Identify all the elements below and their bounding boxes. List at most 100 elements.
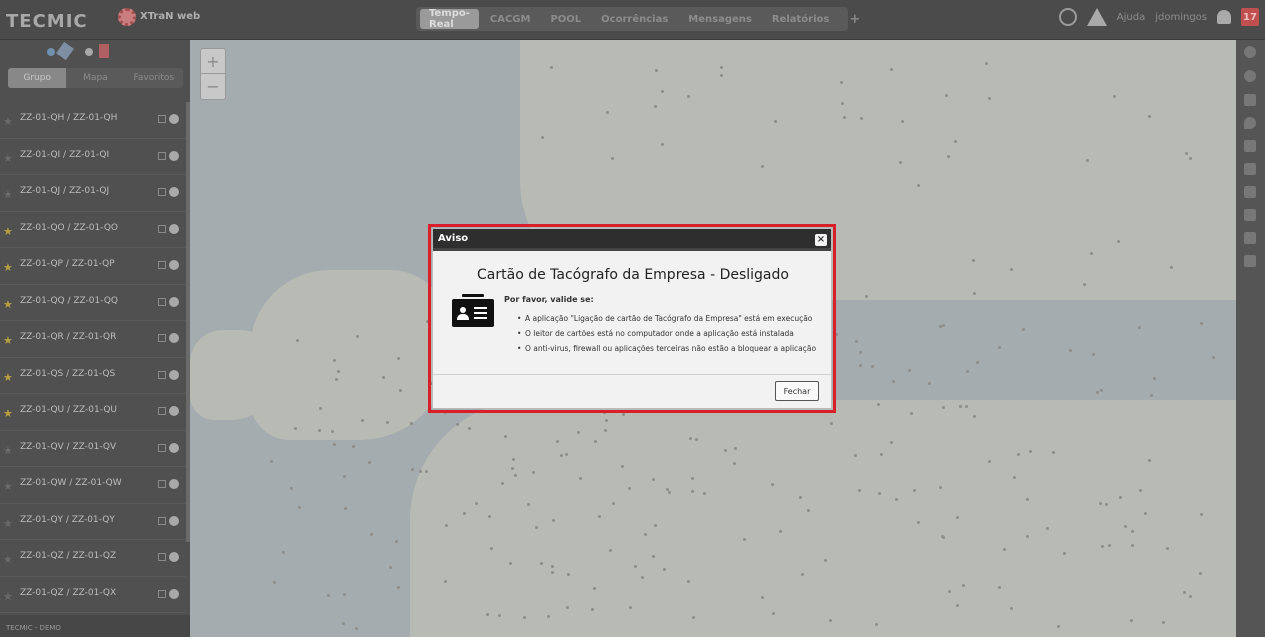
vehicle-row[interactable]: ★ ZZ-01-QY / ZZ-01-QY bbox=[0, 504, 186, 540]
status-circle-icon bbox=[169, 442, 179, 453]
map-town-marker bbox=[343, 475, 346, 478]
gear-icon[interactable] bbox=[1244, 70, 1256, 82]
checkbox[interactable] bbox=[158, 553, 166, 561]
checkbox[interactable] bbox=[158, 261, 166, 269]
vehicle-row[interactable]: ★ ZZ-01-QR / ZZ-01-QR bbox=[0, 321, 186, 358]
tab-relatorios[interactable]: Relatórios bbox=[763, 9, 839, 29]
tab-cacgm[interactable]: CACGM bbox=[481, 9, 540, 29]
user-icon[interactable] bbox=[1217, 10, 1231, 24]
favorite-star-icon[interactable]: ★ bbox=[3, 334, 13, 347]
vehicle-row[interactable]: ★ ZZ-01-QV / ZZ-01-QV bbox=[0, 431, 186, 467]
map-town-marker bbox=[942, 324, 945, 327]
map-town-marker bbox=[956, 604, 959, 607]
zoom-in-button[interactable]: + bbox=[201, 49, 225, 74]
vehicle-row[interactable]: ★ ZZ-01-QJ / ZZ-01-QJ bbox=[0, 175, 186, 212]
favorite-star-icon[interactable]: ★ bbox=[3, 553, 13, 566]
map-town-marker bbox=[282, 551, 285, 554]
map-town-marker bbox=[605, 419, 608, 422]
map-town-marker bbox=[959, 405, 962, 408]
layers-icon[interactable] bbox=[1244, 94, 1256, 106]
favorite-star-icon[interactable]: ★ bbox=[3, 444, 13, 457]
favorite-star-icon[interactable]: ★ bbox=[3, 188, 13, 201]
favorite-star-icon[interactable]: ★ bbox=[3, 590, 13, 603]
report-icon[interactable] bbox=[1244, 255, 1256, 267]
vehicle-name: ZZ-01-QP / ZZ-01-QP bbox=[20, 259, 115, 269]
favorite-star-icon[interactable]: ★ bbox=[3, 298, 13, 311]
vehicle-row[interactable]: ★ ZZ-01-QW / ZZ-01-QW bbox=[0, 467, 186, 504]
vehicle-row[interactable]: ★ ZZ-01-QZ / ZZ-01-QZ bbox=[0, 540, 186, 577]
tab-tempo-real[interactable]: Tempo-Real bbox=[420, 8, 479, 30]
search-icon[interactable] bbox=[1244, 46, 1256, 58]
vehicle-row[interactable]: ★ ZZ-01-QS / ZZ-01-QS bbox=[0, 358, 186, 394]
vehicle-name: ZZ-01-QQ / ZZ-01-QQ bbox=[20, 295, 118, 306]
vehicle-row[interactable]: ★ ZZ-01-QP / ZZ-01-QP bbox=[0, 248, 186, 285]
checkbox[interactable] bbox=[158, 407, 166, 415]
map-town-marker bbox=[622, 413, 625, 416]
add-tab-button[interactable]: + bbox=[840, 9, 869, 29]
checkbox[interactable] bbox=[158, 151, 166, 160]
map-town-marker bbox=[954, 140, 957, 143]
tab-grupo[interactable]: Grupo bbox=[8, 68, 67, 88]
checkbox[interactable] bbox=[158, 297, 166, 306]
checkbox[interactable] bbox=[158, 115, 166, 123]
tab-pool[interactable]: POOL bbox=[541, 9, 590, 29]
vehicle-row[interactable]: ★ ZZ-01-QH / ZZ-01-QH bbox=[0, 102, 186, 139]
map-town-marker bbox=[947, 155, 950, 158]
checkbox[interactable] bbox=[158, 516, 166, 525]
image-icon[interactable] bbox=[1244, 209, 1256, 221]
clock-icon[interactable] bbox=[1058, 8, 1077, 26]
vehicle-row[interactable]: ★ ZZ-01-QU / ZZ-01-QU bbox=[0, 394, 186, 431]
checkbox[interactable] bbox=[158, 224, 166, 233]
vehicle-row[interactable]: ★ ZZ-01-QQ / ZZ-01-QQ bbox=[0, 285, 186, 321]
location-pin-icon[interactable] bbox=[1244, 117, 1256, 129]
product-name: XTraN web bbox=[140, 11, 201, 22]
map-town-marker bbox=[294, 427, 297, 430]
vehicle-row[interactable]: ★ ZZ-01-QZ / ZZ-01-QX bbox=[0, 577, 186, 613]
map-town-marker bbox=[1101, 545, 1104, 548]
tab-mensagens[interactable]: Mensagens bbox=[679, 9, 761, 29]
checkbox[interactable] bbox=[158, 370, 166, 379]
close-button[interactable]: Fechar bbox=[775, 381, 819, 401]
truck-icon[interactable] bbox=[1244, 140, 1256, 152]
tab-favoritos[interactable]: Favoritos bbox=[124, 68, 183, 88]
zoom-out-button[interactable]: − bbox=[201, 74, 225, 99]
map-town-marker bbox=[1166, 547, 1169, 550]
map-town-marker bbox=[1189, 157, 1192, 160]
vehicle-row[interactable]: ★ ZZ-01-QO / ZZ-01-QO bbox=[0, 212, 186, 248]
favorite-star-icon[interactable]: ★ bbox=[3, 261, 13, 274]
map-town-marker bbox=[1052, 451, 1055, 454]
checkbox[interactable] bbox=[158, 334, 166, 342]
tab-mapa[interactable]: Mapa bbox=[66, 68, 125, 88]
map-town-marker bbox=[1029, 450, 1032, 453]
favorite-star-icon[interactable]: ★ bbox=[3, 152, 13, 165]
alert-badge-icon[interactable] bbox=[99, 44, 109, 58]
map-town-marker bbox=[892, 380, 895, 383]
document-icon[interactable] bbox=[1244, 232, 1256, 244]
map-town-marker bbox=[841, 102, 844, 105]
status-circle-icon bbox=[169, 150, 179, 161]
favorite-star-icon[interactable]: ★ bbox=[3, 371, 13, 384]
route-icon[interactable] bbox=[1244, 163, 1256, 175]
warning-icon[interactable] bbox=[1086, 8, 1107, 26]
map-town-marker bbox=[389, 566, 392, 569]
checkbox[interactable] bbox=[158, 443, 166, 452]
help-link[interactable]: Ajuda bbox=[1117, 12, 1145, 23]
checkbox[interactable] bbox=[158, 480, 166, 488]
notification-badge[interactable]: 17 bbox=[1241, 8, 1259, 26]
map-town-marker bbox=[565, 453, 568, 456]
vehicle-row[interactable]: ★ ZZ-01-QI / ZZ-01-QI bbox=[0, 139, 186, 175]
favorite-star-icon[interactable]: ★ bbox=[3, 225, 13, 238]
checkbox[interactable] bbox=[158, 589, 166, 598]
zoom-control: + − bbox=[200, 48, 226, 100]
close-icon[interactable]: × bbox=[815, 234, 827, 246]
favorite-star-icon[interactable]: ★ bbox=[3, 517, 13, 530]
checkbox[interactable] bbox=[158, 188, 166, 196]
tab-ocorrencias[interactable]: Ocorrências bbox=[592, 9, 677, 29]
map-town-marker bbox=[743, 538, 746, 541]
favorite-star-icon[interactable]: ★ bbox=[3, 115, 13, 128]
favorite-star-icon[interactable]: ★ bbox=[3, 480, 13, 493]
edit-icon[interactable] bbox=[56, 41, 74, 61]
route-flag-icon[interactable] bbox=[1244, 186, 1256, 198]
favorite-star-icon[interactable]: ★ bbox=[3, 407, 13, 420]
username[interactable]: jdomingos bbox=[1155, 12, 1207, 23]
